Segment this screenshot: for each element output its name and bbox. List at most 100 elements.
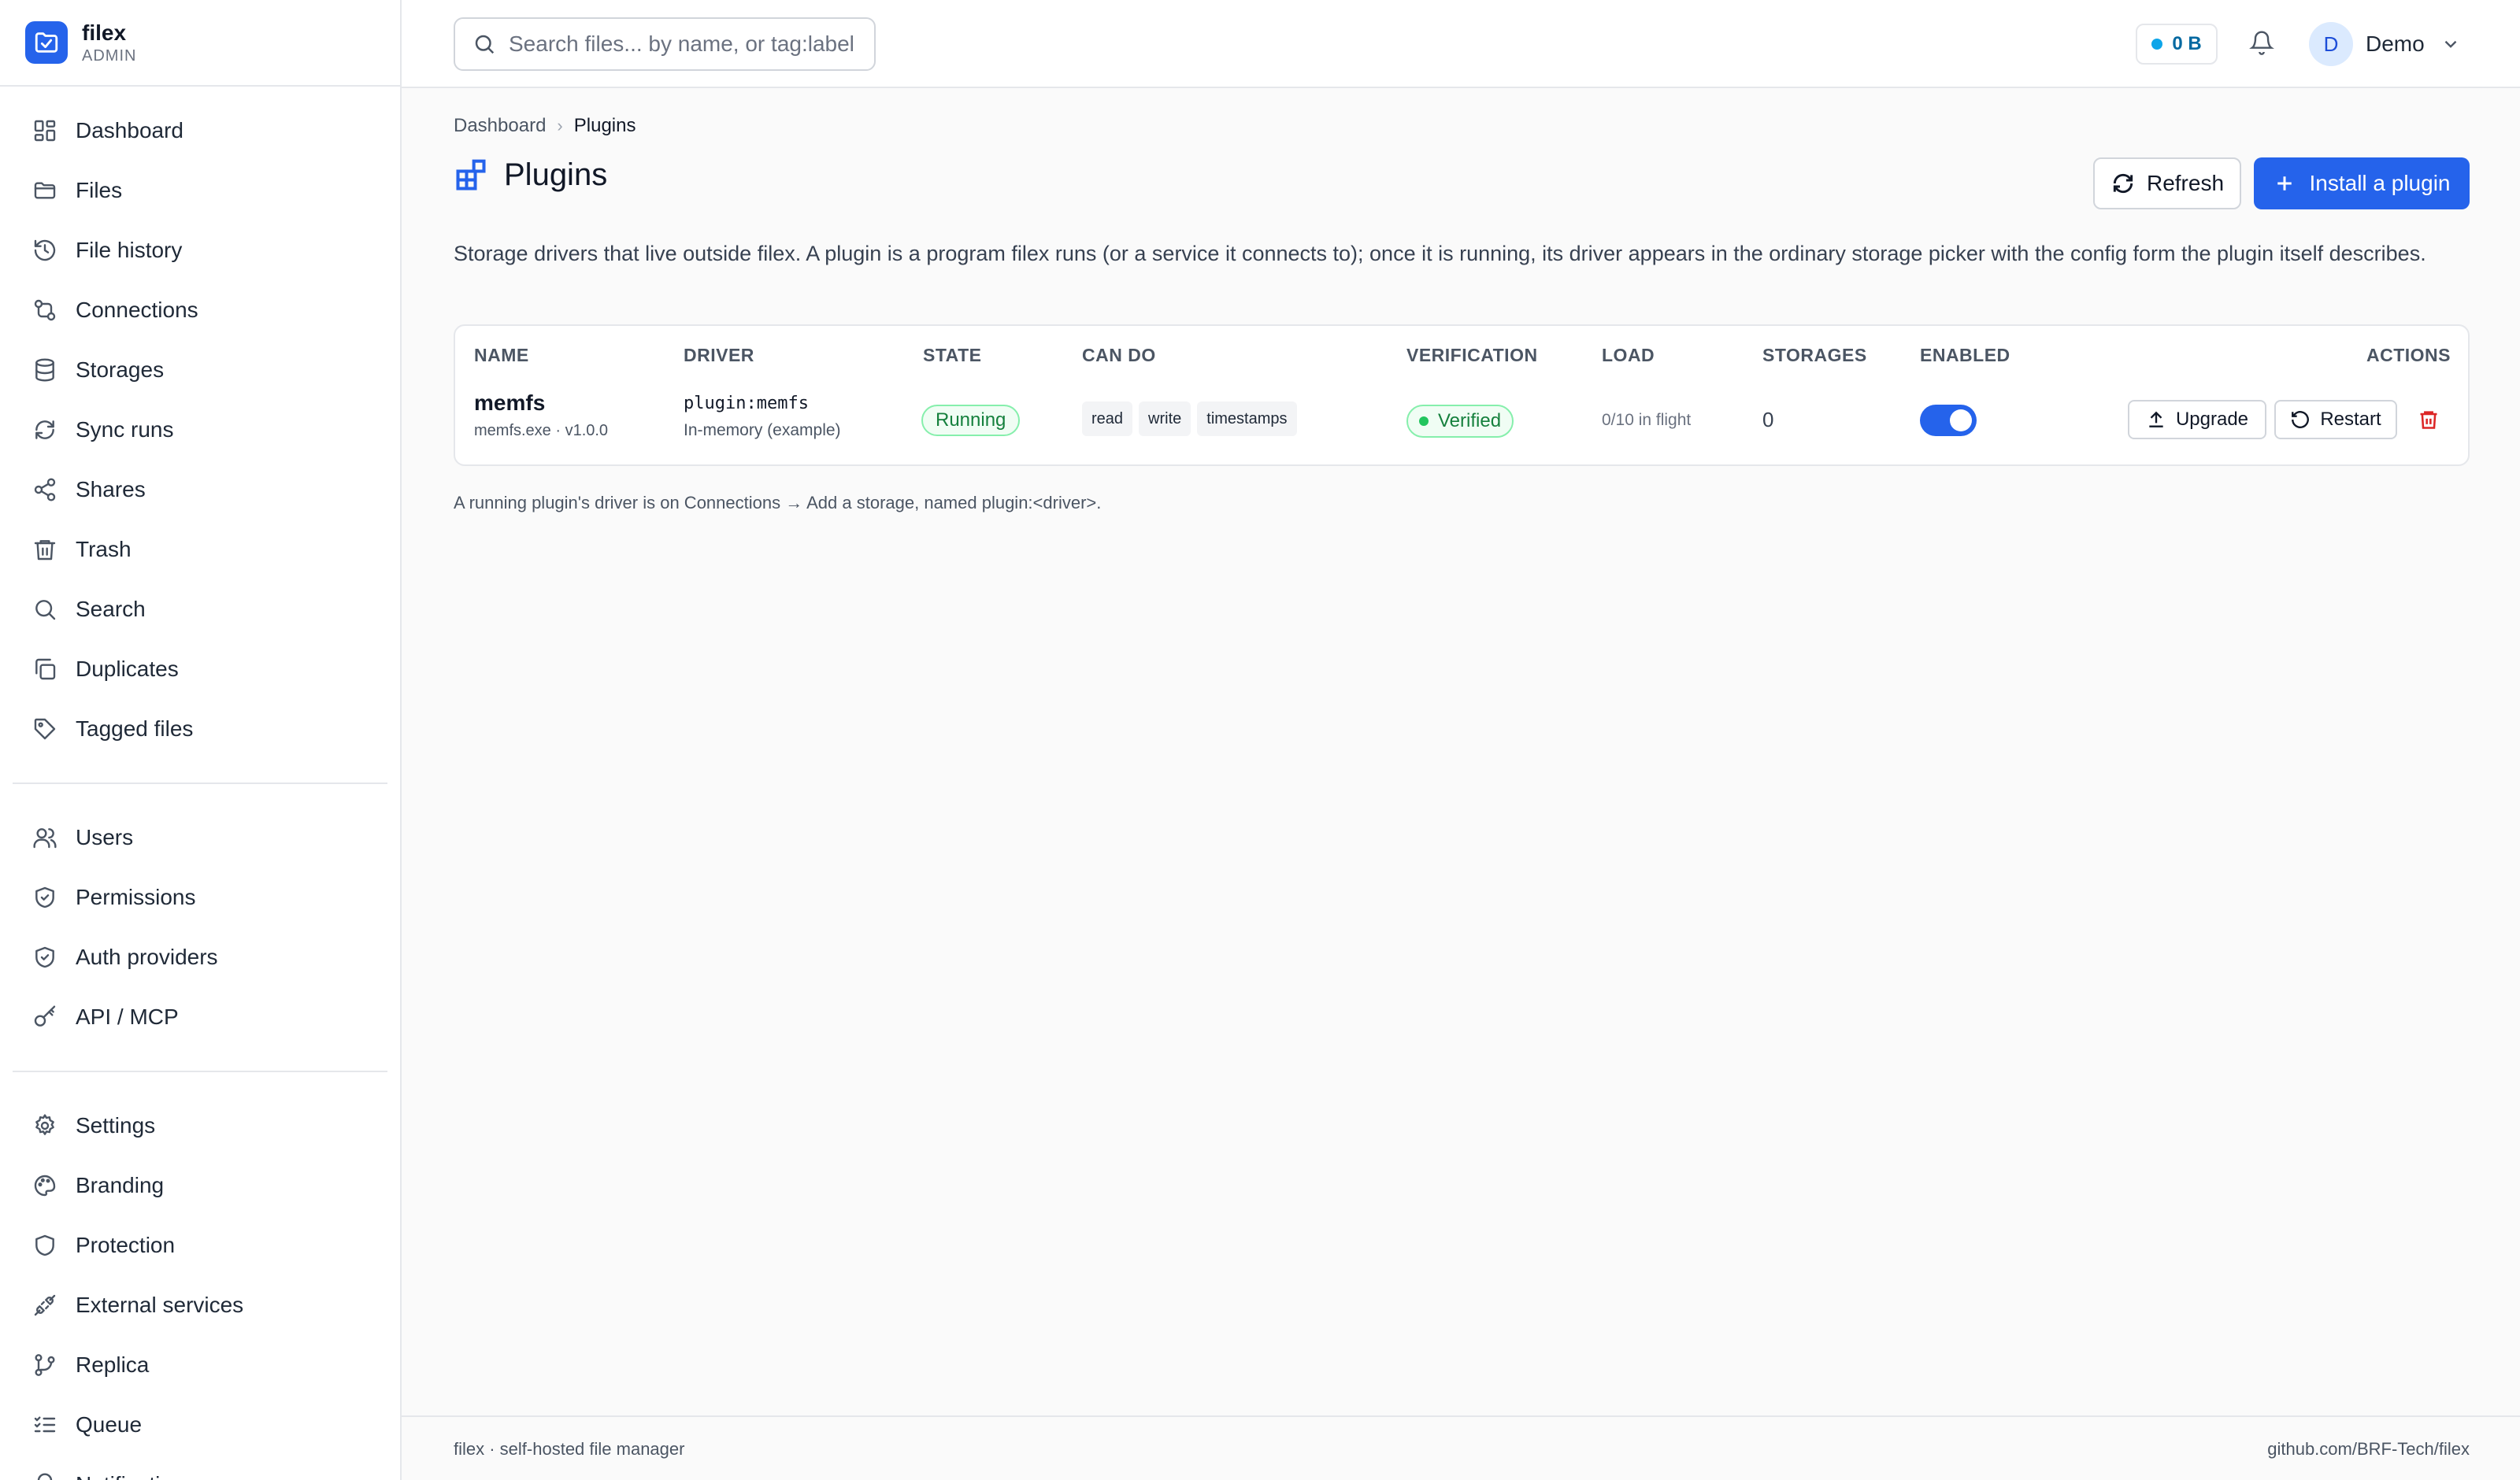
sidebar-item-external-services[interactable]: External services	[0, 1275, 400, 1335]
connections-icon	[32, 297, 58, 324]
sidebar-nav: Dashboard Files File history Connections…	[0, 87, 400, 1480]
column-header-driver: DRIVER	[684, 345, 754, 365]
shield-check-icon	[32, 884, 58, 911]
sidebar-item-branding[interactable]: Branding	[0, 1156, 400, 1215]
sidebar-item-replica[interactable]: Replica	[0, 1335, 400, 1395]
toggle-knob	[1950, 409, 1972, 431]
user-menu[interactable]: D Demo	[2309, 22, 2461, 66]
plugin-binary-version: memfs.exe · v1.0.0	[474, 422, 609, 439]
sidebar-item-settings[interactable]: Settings	[0, 1096, 400, 1156]
refresh-icon	[2113, 173, 2133, 194]
sidebar-item-notifications[interactable]: Notifications	[0, 1455, 400, 1480]
sidebar-item-tagged-files[interactable]: Tagged files	[0, 699, 400, 759]
sidebar-divider	[13, 1071, 387, 1072]
sidebar-item-queue[interactable]: Queue	[0, 1395, 400, 1455]
column-header-enabled: ENABLED	[1920, 345, 2010, 365]
plugin-state-cell: Running	[921, 405, 1021, 436]
install-plugin-button[interactable]: Install a plugin	[2254, 157, 2470, 209]
enabled-toggle[interactable]	[1920, 405, 1977, 436]
sidebar-item-connections[interactable]: Connections	[0, 280, 400, 340]
delete-plugin-button[interactable]	[2418, 408, 2441, 435]
sidebar-item-label: Files	[76, 178, 123, 202]
page-title: Plugins	[504, 157, 608, 192]
footer-tagline: filex · self-hosted file manager	[454, 1439, 685, 1459]
sidebar-item-dashboard[interactable]: Dashboard	[0, 101, 400, 161]
sidebar-item-protection[interactable]: Protection	[0, 1215, 400, 1275]
brand-name: filex	[82, 20, 127, 45]
topbar: 0 B D Demo	[402, 0, 2520, 88]
users-icon	[32, 824, 58, 851]
notifications-button[interactable]	[2249, 30, 2277, 58]
sidebar-item-label: File history	[76, 238, 183, 262]
trash-icon	[2420, 411, 2437, 429]
search-input[interactable]	[509, 31, 855, 57]
column-header-load: LOAD	[1602, 345, 1655, 365]
sidebar-item-label: Shares	[76, 477, 146, 501]
storage-usage-badge[interactable]: 0 B	[2136, 24, 2218, 65]
sidebar-item-storages[interactable]: Storages	[0, 340, 400, 400]
dashboard-icon	[32, 117, 58, 144]
sidebar-item-file-history[interactable]: File history	[0, 220, 400, 280]
sidebar-item-files[interactable]: Files	[0, 161, 400, 220]
sidebar-item-users[interactable]: Users	[0, 808, 400, 868]
column-header-storages: STORAGES	[1762, 345, 1867, 365]
sidebar-item-label: Protection	[76, 1233, 176, 1257]
status-dot-icon	[1419, 416, 1429, 426]
plugin-load-cell: 0/10 in flight	[1602, 411, 1691, 430]
plugins-icon	[456, 159, 486, 191]
page-header: Plugins	[454, 157, 607, 193]
column-header-verification: VERIFICATION	[1406, 345, 1538, 365]
plugin-storages-cell: 0	[1762, 408, 1773, 432]
sidebar-item-label: Duplicates	[76, 657, 179, 681]
global-search[interactable]	[454, 17, 876, 71]
column-header-name: NAME	[474, 345, 529, 365]
avatar: D	[2309, 22, 2353, 66]
column-header-can-do: CAN DO	[1082, 345, 1156, 365]
plugin-storages-count: 0	[1762, 408, 1774, 431]
gear-icon	[32, 1112, 58, 1139]
database-icon	[32, 357, 58, 383]
restart-button[interactable]: Restart	[2274, 400, 2397, 439]
sidebar-item-label: Auth providers	[76, 945, 218, 969]
plugin-driver-cell: plugin:memfs In-memory (example)	[684, 394, 841, 440]
sidebar-item-label: Permissions	[76, 885, 196, 909]
breadcrumb-dashboard-link[interactable]: Dashboard	[454, 115, 546, 137]
sidebar-item-trash[interactable]: Trash	[0, 520, 400, 579]
sidebar-item-shares[interactable]: Shares	[0, 460, 400, 520]
sidebar: filex ADMIN Dashboard Files File history…	[0, 0, 402, 1480]
upgrade-button[interactable]: Upgrade	[2128, 400, 2266, 439]
bell-icon	[32, 1471, 58, 1480]
refresh-button[interactable]: Refresh	[2093, 157, 2241, 209]
sidebar-item-label: Replica	[76, 1352, 150, 1377]
column-header-state: STATE	[923, 345, 982, 365]
sidebar-divider	[13, 783, 387, 784]
brand[interactable]: filex ADMIN	[0, 0, 400, 87]
sidebar-item-auth-providers[interactable]: Auth providers	[0, 927, 400, 987]
plug-icon	[32, 1292, 58, 1319]
column-header-actions: ACTIONS	[2366, 345, 2451, 365]
sync-icon	[32, 416, 58, 443]
sidebar-item-sync-runs[interactable]: Sync runs	[0, 400, 400, 460]
sidebar-item-label: Tagged files	[76, 716, 194, 741]
sidebar-item-search[interactable]: Search	[0, 579, 400, 639]
sidebar-item-label: Search	[76, 597, 146, 621]
shield-check-icon	[32, 944, 58, 971]
storage-usage-value: 0 B	[2172, 33, 2202, 54]
sidebar-item-api-mcp[interactable]: API / MCP	[0, 987, 400, 1047]
status-badge: Running	[921, 405, 1021, 436]
restart-button-label: Restart	[2320, 409, 2381, 430]
status-dot-icon	[2151, 39, 2163, 50]
plugin-driver: plugin:memfs	[684, 394, 809, 413]
user-name: Demo	[2366, 31, 2425, 56]
sidebar-item-label: Queue	[76, 1412, 143, 1437]
footer-repo-link[interactable]: github.com/BRF-Tech/filex	[2267, 1439, 2470, 1460]
sidebar-item-duplicates[interactable]: Duplicates	[0, 639, 400, 699]
sidebar-item-label: Branding	[76, 1173, 165, 1197]
plugin-load: 0/10 in flight	[1602, 411, 1692, 429]
brand-role: ADMIN	[82, 47, 137, 65]
plugins-table: NAME DRIVER STATE CAN DO VERIFICATION LO…	[454, 324, 2470, 466]
sidebar-item-permissions[interactable]: Permissions	[0, 868, 400, 927]
page-description: Storage drivers that live outside filex.…	[454, 242, 2426, 265]
refresh-button-label: Refresh	[2146, 171, 2225, 195]
capability-chip: read	[1082, 401, 1133, 436]
